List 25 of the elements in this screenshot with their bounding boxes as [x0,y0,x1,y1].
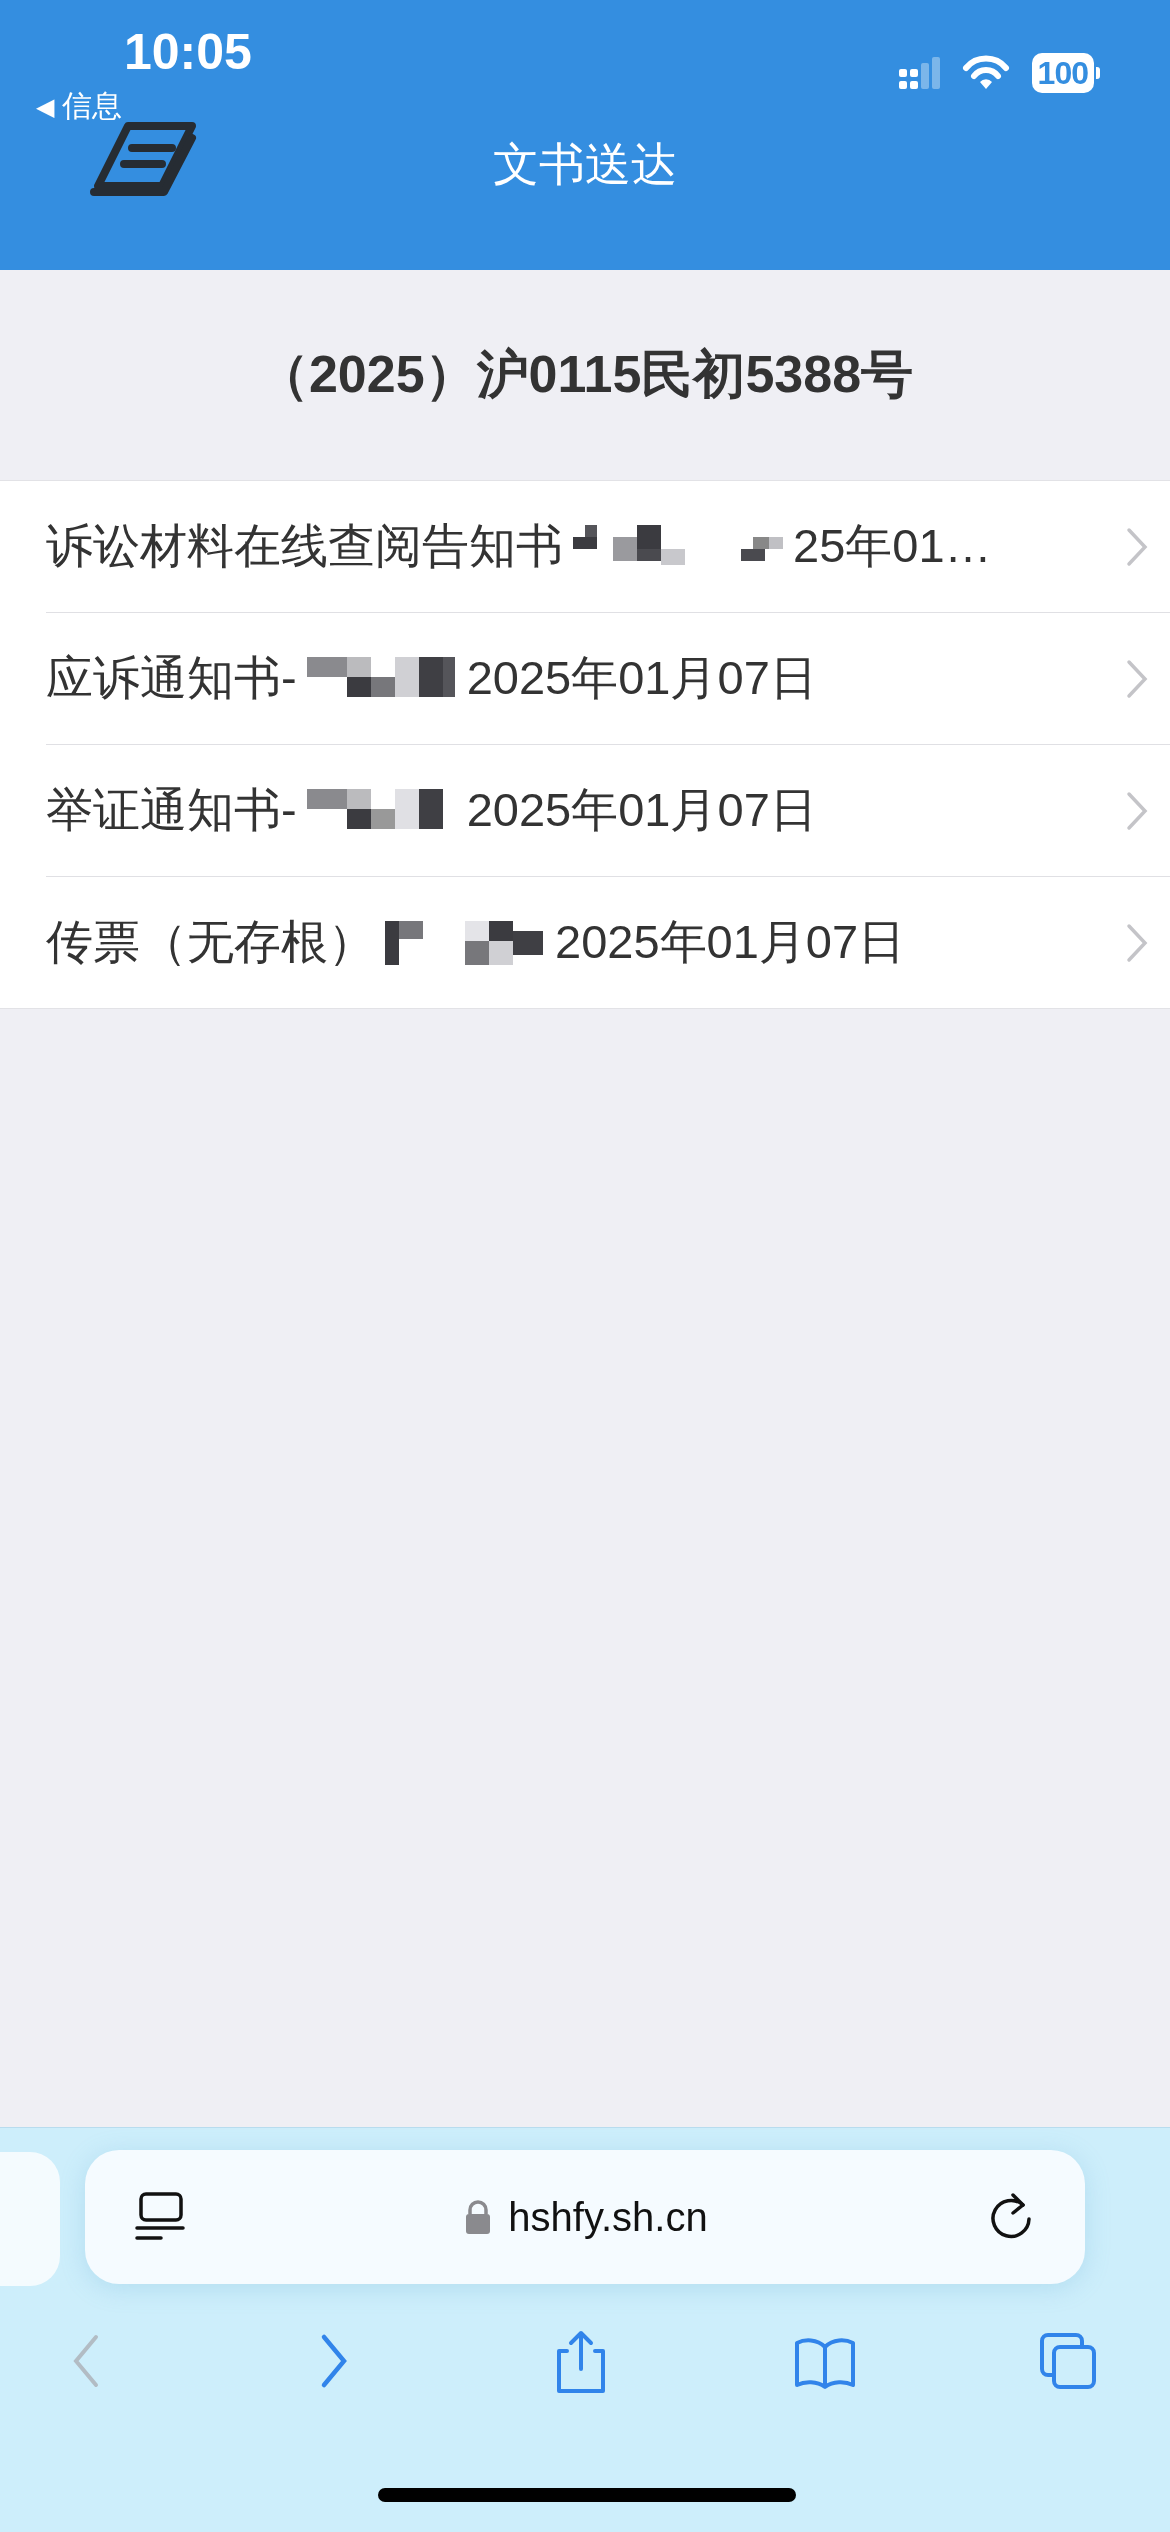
lock-icon [464,2200,493,2234]
chevron-icon [1126,526,1148,567]
document-title: 传票（无存根） [46,914,375,970]
document-title: 诉讼材料在线查阅告知书 [46,518,563,574]
document-title: 举证通知书- [46,782,297,838]
status-time: 10:05 [124,24,252,80]
signal-icon [898,57,940,89]
url-text: hshfy.sh.cn [508,2194,708,2240]
document-row[interactable]: 应诉通知书- 2025年01月07日 [46,613,1170,745]
document-date: 2025年01月07日 [466,782,817,838]
wifi-icon [961,55,1010,91]
document-date: 2025年01月07日 [555,914,906,970]
document-date: 2025年01月07日 [466,650,817,706]
page-menu-icon[interactable] [135,2192,185,2242]
document-row[interactable]: 诉讼材料在线查阅告知书 25年01… [46,481,1170,613]
document-date: 25年01… [793,518,992,574]
case-number: （2025）沪0115民初5388号 [256,344,914,405]
address-bar[interactable]: hshfy.sh.cn [85,2150,1085,2284]
page-title: 文书送达 [493,137,677,192]
chevron-icon [1126,790,1148,831]
document-row[interactable]: 传票（无存根） 2025年01月07日 [46,877,1170,1008]
chevron-icon [1126,658,1148,699]
chevron-icon [1126,922,1148,963]
document-row[interactable]: 举证通知书- 2025年01月07日 [46,745,1170,877]
document-title: 应诉通知书- [46,650,297,706]
